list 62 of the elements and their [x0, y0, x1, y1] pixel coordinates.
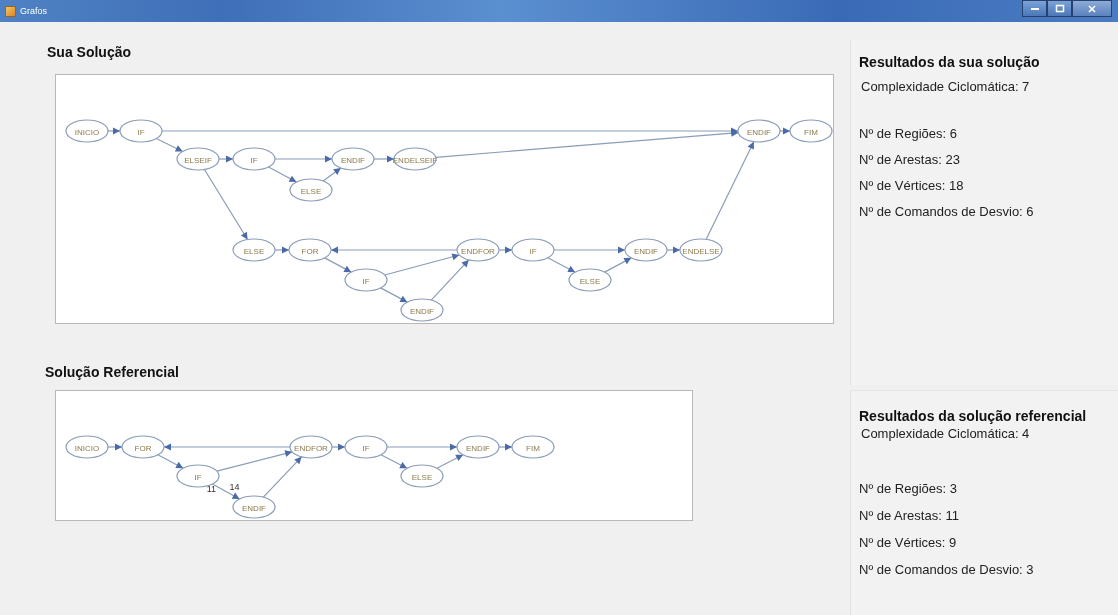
edge-arrow [157, 454, 184, 469]
graph-node: IF [119, 119, 163, 143]
graph-node: ENDIF [400, 298, 444, 322]
edge-arrow [604, 257, 632, 273]
app-icon [5, 5, 16, 17]
graph-node: ELSEIF [176, 147, 220, 171]
stat-text: Nº de Vértices: 18 [859, 177, 965, 195]
edge-arrow [547, 257, 576, 273]
maximize-button[interactable] [1047, 0, 1072, 17]
graph-node: IF [232, 147, 276, 171]
edge-label: 14 [229, 482, 240, 492]
edge-arrow [380, 454, 408, 469]
edge-arrow [380, 287, 408, 303]
edge-arrow [373, 155, 395, 163]
complexity-text: Complexidade Ciclomática: 7 [861, 78, 1031, 96]
graph-node: ENDIF [232, 495, 276, 519]
stat-text: Nº de Comandos de Desvio: 3 [859, 561, 1035, 579]
graph-node: ENDIF [737, 119, 781, 143]
edge-arrow [155, 137, 184, 153]
graph-node: ENDIF [456, 435, 500, 459]
minimize-button[interactable] [1022, 0, 1047, 17]
section-heading: Solução Referencial [45, 364, 180, 380]
graph-node: IF [344, 268, 388, 292]
complexity-text: Complexidade Ciclomática: 4 [861, 425, 1031, 443]
edge-arrow [322, 167, 342, 182]
results-heading: Resultados da sua solução [859, 54, 1041, 70]
graph-node: FIM [511, 435, 555, 459]
stat-text: Nº de Vértices: 9 [859, 534, 958, 552]
stat-text: Nº de Regiões: 3 [859, 480, 958, 498]
edge-arrow [386, 443, 458, 451]
graph-node: INICIO [65, 119, 109, 143]
graph-node: ENDELSEIF [392, 147, 438, 171]
graph-node: ELSE [568, 268, 612, 292]
edge-arrow [267, 166, 298, 183]
results-heading: Resultados da solução referencial [859, 408, 1088, 424]
edge-arrow [324, 257, 352, 273]
graph-node: FOR [288, 238, 332, 262]
graph-node: IF [511, 238, 555, 262]
graph-node: FOR [121, 435, 165, 459]
graph-node: IF [344, 435, 388, 459]
close-button[interactable] [1072, 0, 1112, 17]
minimize-icon [1030, 7, 1039, 10]
window-title: Grafos [20, 6, 47, 16]
graph-node: ELSE [289, 178, 333, 202]
graph-node: ENDIF [331, 147, 375, 171]
edge-arrow [274, 155, 333, 163]
graph-node: INICIO [65, 435, 109, 459]
graph-node: ENDFOR [289, 435, 333, 459]
stat-text: Nº de Arestas: 11 [859, 507, 960, 525]
graph-node: ELSE [400, 464, 444, 488]
stat-text: Nº de Regiões: 6 [859, 125, 958, 143]
maximize-icon [1054, 3, 1065, 14]
graph-node: FIM [789, 119, 833, 143]
graph-node: ELSE [232, 238, 276, 262]
section-heading: Sua Solução [47, 44, 133, 60]
stat-text: Nº de Arestas: 23 [859, 151, 961, 169]
graph-node: ENDELSE [679, 238, 723, 262]
stat-text: Nº de Comandos de Desvio: 6 [859, 203, 1035, 221]
close-icon [1087, 3, 1097, 14]
graph-node: ENDIF [624, 238, 668, 262]
graph-node: ENDFOR [456, 238, 500, 262]
edge-arrow [436, 454, 464, 469]
